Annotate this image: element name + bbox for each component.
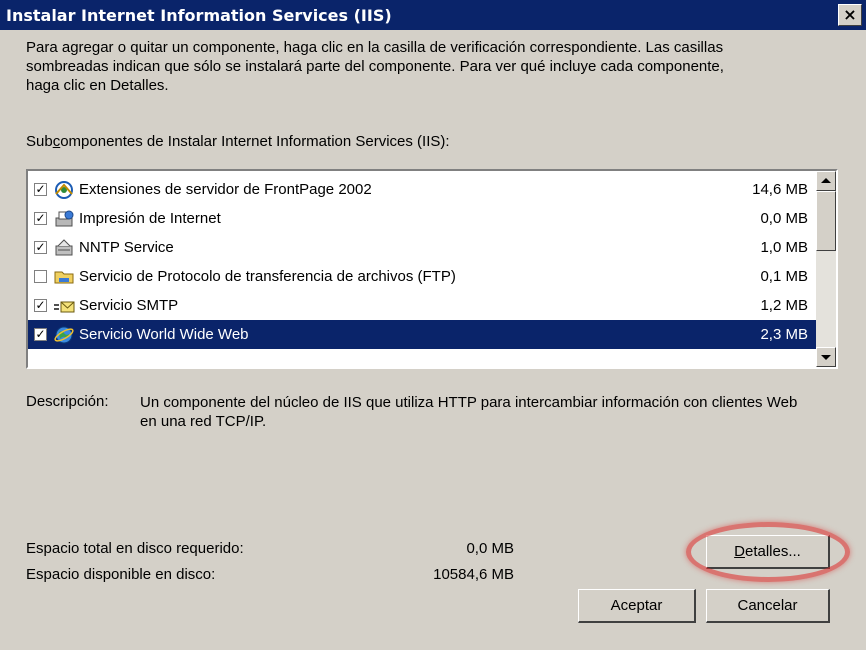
- arrow-down-icon: [821, 355, 831, 360]
- subcomponents-label: Subcomponentes de Instalar Internet Info…: [26, 133, 450, 150]
- instructions-text: Para agregar o quitar un componente, hag…: [26, 39, 724, 94]
- description-label: Descripción:: [26, 393, 109, 410]
- list-item[interactable]: ✓ NNTP Service 1,0 MB: [28, 233, 816, 262]
- disk-available-value: 10584,6 MB: [433, 566, 514, 583]
- list-item[interactable]: Servicio de Protocolo de transferencia d…: [28, 262, 816, 291]
- window-title: Instalar Internet Information Services (…: [6, 6, 392, 25]
- red-highlight-ring: [686, 522, 850, 582]
- component-name: Servicio World Wide Web: [79, 326, 249, 343]
- component-size: 0,1 MB: [760, 268, 808, 285]
- component-size: 1,2 MB: [760, 297, 808, 314]
- component-name: NNTP Service: [79, 239, 174, 256]
- list-item[interactable]: ✓ Impresión de Internet 0,0 MB: [28, 204, 816, 233]
- list-item[interactable]: ✓ Servicio SMTP 1,2 MB: [28, 291, 816, 320]
- checkbox[interactable]: ✓: [34, 328, 47, 341]
- scroll-thumb[interactable]: [816, 191, 836, 251]
- checkbox[interactable]: ✓: [34, 212, 47, 225]
- list-item-selected[interactable]: ✓ Servicio World Wide Web 2,3 MB: [28, 320, 816, 349]
- scroll-up-button[interactable]: [816, 171, 836, 191]
- component-size: 0,0 MB: [760, 210, 808, 227]
- frontpage-extensions-icon: [53, 179, 75, 201]
- component-name: Servicio SMTP: [79, 297, 179, 314]
- cancel-button[interactable]: Cancelar: [706, 589, 830, 623]
- list-scrollbar[interactable]: [816, 171, 836, 367]
- component-name: Impresión de Internet: [79, 210, 221, 227]
- checkbox[interactable]: ✓: [34, 299, 47, 312]
- scroll-down-button[interactable]: [816, 347, 836, 367]
- nntp-service-icon: [53, 237, 75, 259]
- components-list: ✓ Extensiones de servidor de FrontPage 2…: [28, 175, 816, 349]
- checkbox[interactable]: ✓: [34, 183, 47, 196]
- smtp-service-icon: [53, 295, 75, 317]
- component-size: 14,6 MB: [752, 181, 808, 198]
- arrow-up-icon: [821, 178, 831, 183]
- components-listbox[interactable]: ✓ Extensiones de servidor de FrontPage 2…: [26, 169, 838, 369]
- disk-required-label: Espacio total en disco requerido:: [26, 540, 244, 557]
- component-size: 2,3 MB: [760, 326, 808, 343]
- world-wide-web-icon: [53, 324, 75, 346]
- disk-available-label: Espacio disponible en disco:: [26, 566, 216, 583]
- list-item[interactable]: ✓ Extensiones de servidor de FrontPage 2…: [28, 175, 816, 204]
- component-name: Servicio de Protocolo de transferencia d…: [79, 268, 456, 285]
- accept-button[interactable]: Aceptar: [578, 589, 696, 623]
- title-bar: Instalar Internet Information Services (…: [0, 0, 866, 30]
- component-size: 1,0 MB: [760, 239, 808, 256]
- disk-required-value: 0,0 MB: [466, 540, 514, 557]
- checkbox[interactable]: ✓: [34, 241, 47, 254]
- description-text: Un componente del núcleo de IIS que util…: [140, 394, 798, 430]
- ftp-service-icon: [53, 266, 75, 288]
- close-button[interactable]: ×: [838, 4, 862, 26]
- checkbox[interactable]: [34, 270, 47, 283]
- internet-printing-icon: [53, 208, 75, 230]
- component-name: Extensiones de servidor de FrontPage 200…: [79, 181, 372, 198]
